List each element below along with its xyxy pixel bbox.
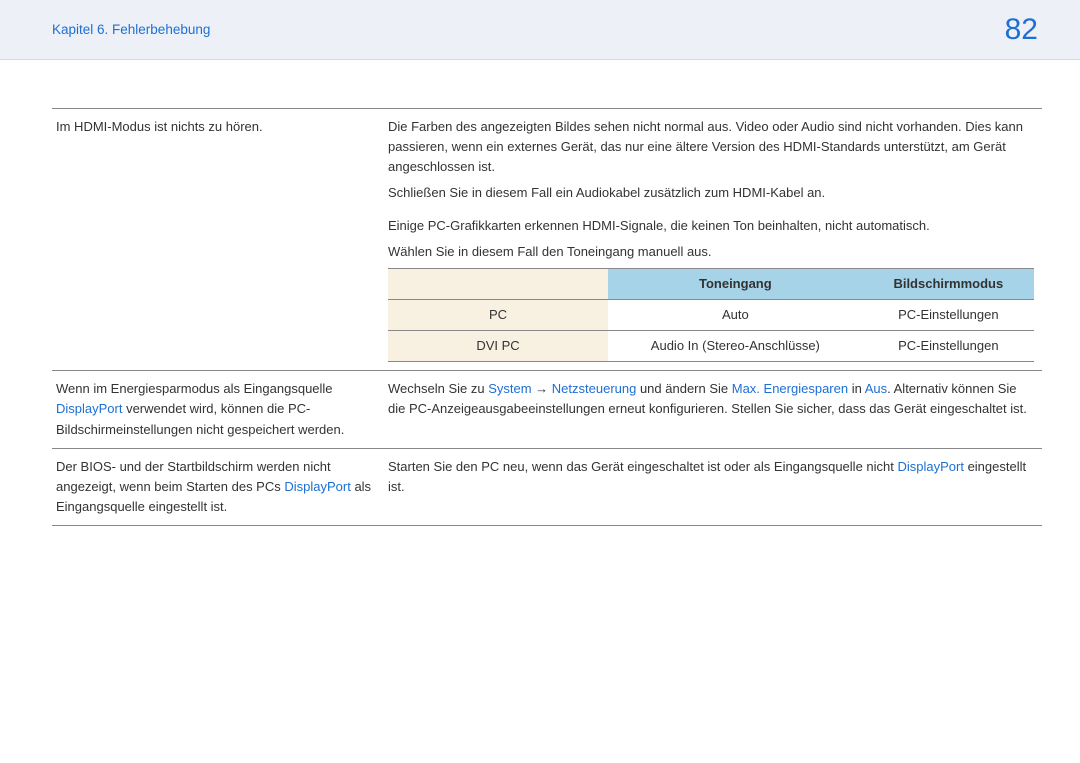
highlight-aus: Aus [865, 381, 887, 396]
table-cell: Auto [608, 299, 863, 330]
table-row: Wenn im Energiesparmodus als Eingangsque… [52, 371, 1042, 448]
page-header: Kapitel 6. Fehlerbehebung 82 [0, 0, 1080, 60]
solution-cell: Wechseln Sie zu System → Netzsteuerung u… [384, 371, 1042, 448]
table-row: Im HDMI-Modus ist nichts zu hören. Die F… [52, 109, 1042, 371]
solution-text-part: in [848, 381, 865, 396]
chapter-title: Kapitel 6. Fehlerbehebung [52, 22, 210, 37]
highlight-system: System [488, 381, 531, 396]
highlight-displayport: DisplayPort [284, 479, 350, 494]
table-cell: DVI PC [388, 331, 608, 362]
issue-cell: Wenn im Energiesparmodus als Eingangsque… [52, 371, 384, 448]
table-header-toneingang: Toneingang [608, 268, 863, 299]
solution-cell: Die Farben des angezeigten Bildes sehen … [384, 109, 1042, 371]
table-cell: PC-Einstellungen [863, 299, 1034, 330]
solution-text-part: und ändern Sie [636, 381, 731, 396]
table-row: PC Auto PC-Einstellungen [388, 299, 1034, 330]
table-row: DVI PC Audio In (Stereo-Anschlüsse) PC-E… [388, 331, 1034, 362]
solution-paragraph: Schließen Sie in diesem Fall ein Audioka… [388, 183, 1034, 203]
page-number: 82 [1005, 13, 1038, 47]
highlight-displayport: DisplayPort [897, 459, 963, 474]
table-header-row: Toneingang Bildschirmmodus [388, 268, 1034, 299]
arrow-icon: → [532, 381, 552, 396]
content-area: Im HDMI-Modus ist nichts zu hören. Die F… [0, 60, 1080, 526]
solution-cell: Starten Sie den PC neu, wenn das Gerät e… [384, 448, 1042, 525]
issue-cell: Der BIOS- und der Startbildschirm werden… [52, 448, 384, 525]
solution-text-part: Starten Sie den PC neu, wenn das Gerät e… [388, 459, 897, 474]
solution-paragraph: Wählen Sie in diesem Fall den Toneingang… [388, 242, 1034, 262]
highlight-netzsteuerung: Netzsteuerung [552, 381, 637, 396]
highlight-max-energiesparen: Max. Energiesparen [732, 381, 848, 396]
issue-cell: Im HDMI-Modus ist nichts zu hören. [52, 109, 384, 371]
table-cell: PC [388, 299, 608, 330]
issue-text-part: Wenn im Energiesparmodus als Eingangsque… [56, 381, 333, 396]
table-cell: Audio In (Stereo-Anschlüsse) [608, 331, 863, 362]
table-header-bildschirmmodus: Bildschirmmodus [863, 268, 1034, 299]
troubleshooting-table: Im HDMI-Modus ist nichts zu hören. Die F… [52, 108, 1042, 526]
solution-paragraph: Einige PC-Grafikkarten erkennen HDMI-Sig… [388, 216, 1034, 236]
table-header-blank [388, 268, 608, 299]
audio-mode-table: Toneingang Bildschirmmodus PC Auto PC-Ei… [388, 268, 1034, 362]
table-cell: PC-Einstellungen [863, 331, 1034, 362]
solution-paragraph: Die Farben des angezeigten Bildes sehen … [388, 117, 1034, 177]
highlight-displayport: DisplayPort [56, 401, 122, 416]
solution-text-part: Wechseln Sie zu [388, 381, 488, 396]
table-row: Der BIOS- und der Startbildschirm werden… [52, 448, 1042, 525]
